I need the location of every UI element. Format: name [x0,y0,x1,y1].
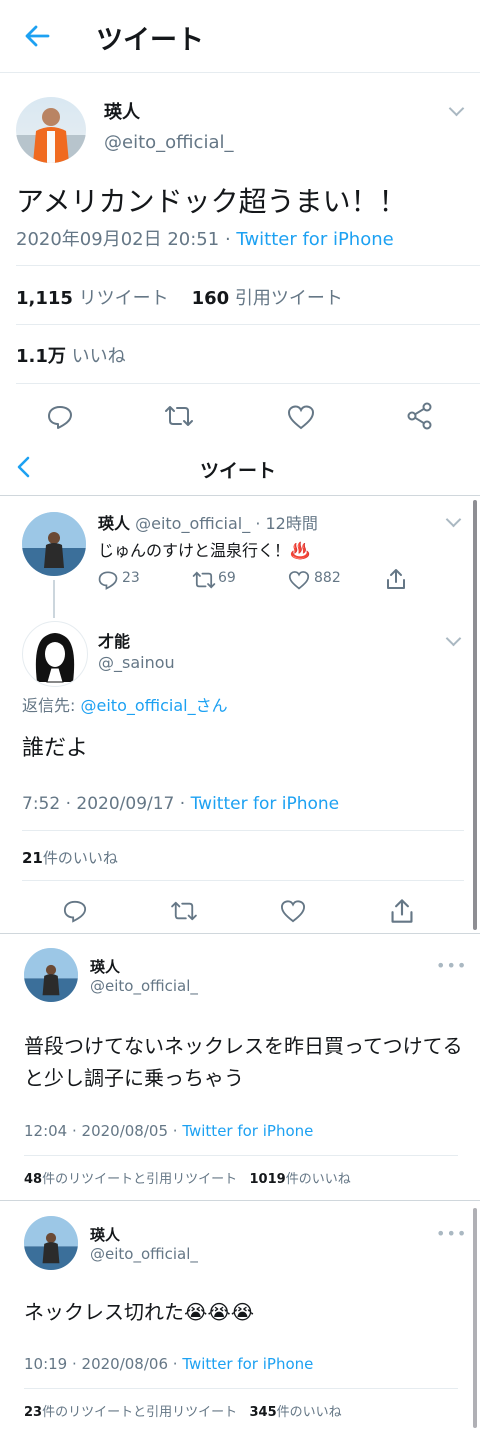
like-icon[interactable] [288,570,310,590]
user-name[interactable]: 瑛人 [90,956,120,977]
tweet-timestamp: 12:04 · 2020/08/05 · [24,1122,178,1140]
like-count: 345 [249,1405,277,1420]
quote-label: 引用ツイート [234,288,343,309]
retweet-count: 23 [24,1405,43,1420]
reply-to-handle[interactable]: @eito_official_さん [81,696,228,715]
retweet-stats[interactable]: 1,115 リツイート 160 引用ツイート [16,284,343,310]
like-label: いいね [71,346,126,367]
like-count: 1.1万 [16,346,66,367]
retweet-count: 1,115 [16,288,73,309]
tweet-client-link[interactable]: Twitter for iPhone [236,229,393,250]
retweet-icon[interactable] [192,570,216,590]
tweet-timestamp: 10:19 · 2020/08/06 · [24,1355,178,1373]
parent-actions: 23 69 882 [98,568,418,592]
avatar[interactable] [24,1216,78,1270]
tweet-meta: 7:52 · 2020/09/17 · Twitter for iPhone [22,794,339,814]
user-handle[interactable]: @eito_official_ [90,1245,198,1263]
reply-count: 23 [122,570,140,586]
retweet-icon[interactable] [164,404,194,428]
share-icon[interactable] [406,402,434,430]
tweet-client-link[interactable]: Twitter for iPhone [182,1122,313,1140]
reply-icon[interactable] [47,404,73,430]
share-icon[interactable] [390,898,414,924]
tweet-timestamp: 7:52 · 2020/09/17 · [22,794,186,814]
like-icon[interactable] [287,404,315,430]
avatar[interactable] [24,948,78,1002]
reply-icon[interactable] [98,570,118,590]
tweet-client-link[interactable]: Twitter for iPhone [182,1355,313,1373]
tweet-text: じゅんのすけと温泉行く！♨️ [98,541,310,560]
like-icon[interactable] [280,899,306,923]
like-label: 件のいいね [285,1172,351,1187]
user-name[interactable]: 瑛人 [90,1224,120,1245]
like-count: 882 [314,570,341,586]
share-icon[interactable] [386,568,406,590]
chevron-down-icon[interactable] [445,511,462,528]
user-handle[interactable]: @eito_official_ [135,514,250,533]
like-stats[interactable]: 21件のいいね [22,847,118,868]
scrollbar[interactable] [473,500,477,930]
page-title: ツイート [96,25,204,56]
retweet-count: 69 [218,570,236,586]
meta-separator: · [224,229,231,250]
tweet-meta: 10:19 · 2020/08/06 · Twitter for iPhone [24,1355,313,1373]
back-arrow-icon[interactable] [24,25,50,47]
page-title: ツイート [200,460,277,482]
tweet-text: ネックレス切れた😭😭😭 [24,1300,255,1324]
user-name[interactable]: 瑛人 [98,514,130,533]
scrollbar[interactable] [473,1208,477,1428]
retweet-count: 48 [24,1172,43,1187]
quote-count: 160 [191,288,230,309]
tweet-time: · 12時間 [255,514,318,533]
more-icon[interactable]: ••• [436,956,467,975]
tweet-timestamp: 2020年09月02日 20:51 [16,229,220,250]
tweet-text: アメリカンドック超うまい！！ [16,185,407,218]
user-handle[interactable]: @eito_official_ [104,132,234,153]
more-icon[interactable]: ••• [436,1224,467,1243]
back-arrow-icon[interactable] [16,456,30,478]
user-name[interactable]: 才能 [98,628,130,652]
chevron-down-icon[interactable] [445,630,462,647]
retweet-icon[interactable] [170,900,198,922]
tweet-text: 普段つけてないネックレスを昨日買ってつけてると少し調子に乗っちゃう [24,1034,463,1090]
chevron-down-icon[interactable] [448,100,465,117]
tweet-stats[interactable]: 48件のリツイートと引用リツイート 1019件のいいね [24,1168,351,1187]
tweet-stats[interactable]: 23件のリツイートと引用リツイート 345件のいいね [24,1401,342,1420]
like-stats[interactable]: 1.1万 いいね [16,342,126,368]
like-count: 21 [22,849,43,867]
like-label: 件のいいね [276,1405,342,1420]
tweet-meta: 2020年09月02日 20:51 · Twitter for iPhone [16,225,394,251]
user-name[interactable]: 瑛人 [104,98,140,124]
avatar[interactable] [16,97,86,163]
tweet-meta: 12:04 · 2020/08/05 · Twitter for iPhone [24,1122,313,1140]
tweet-text: 誰だよ [22,736,89,761]
tweet-client-link[interactable]: Twitter for iPhone [191,794,340,814]
avatar[interactable] [22,621,88,687]
retweet-label: 件のリツイートと引用リツイート [42,1405,238,1420]
avatar[interactable] [22,512,86,576]
retweet-label: 件のリツイートと引用リツイート [42,1172,238,1187]
like-label: 件のいいね [42,849,118,867]
reply-icon[interactable] [63,899,87,923]
like-count: 1019 [249,1172,286,1187]
reply-to-label: 返信先: [22,696,76,715]
retweet-label: リツイート [78,288,169,309]
reply-to: 返信先: @eito_official_さん [22,692,228,716]
user-handle[interactable]: @_sainou [98,653,175,672]
user-handle[interactable]: @eito_official_ [90,977,198,995]
